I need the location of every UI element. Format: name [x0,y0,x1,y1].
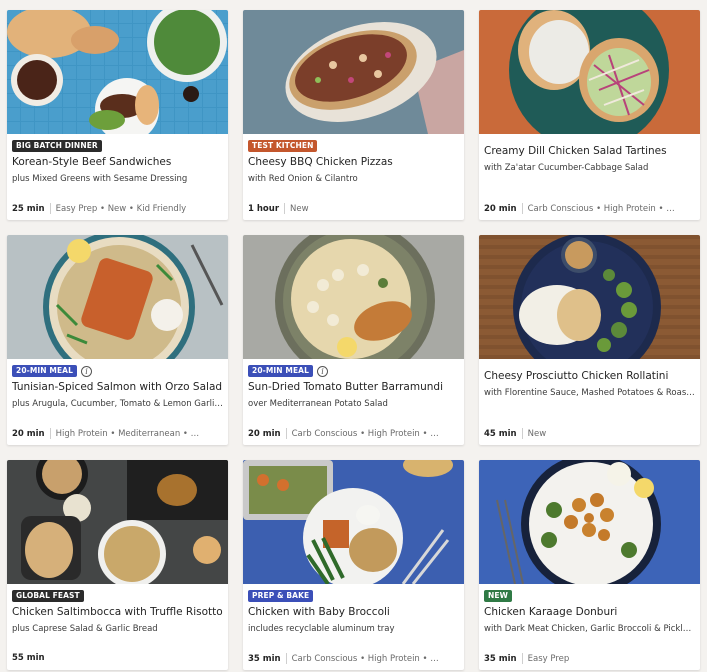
recipe-title[interactable]: Chicken Karaage Donburi [484,606,696,618]
badge-row: PREP & BAKE [248,590,314,602]
recipe-title[interactable]: Chicken Saltimbocca with Truffle Risotto [12,606,224,618]
recipe-photo-chicken-broccoli[interactable] [243,460,464,584]
recipe-grid: BIG BATCH DINNER Korean-Style Beef Sandw… [7,10,700,670]
meta-divider [284,203,286,214]
recipe-title[interactable]: Tunisian-Spiced Salmon with Orzo Salad [12,381,224,393]
recipe-card[interactable]: 20-MIN MEAL i Sun-Dried Tomato Butter Ba… [243,235,464,445]
recipe-card[interactable]: 20-MIN MEAL i Tunisian-Spiced Salmon wit… [7,235,228,445]
recipe-subtitle: with Florentine Sauce, Mashed Potatoes &… [484,388,696,398]
recipe-meta: 55 min [12,653,224,663]
recipe-subtitle: plus Arugula, Cucumber, Tomato & Lemon G… [12,399,224,409]
cook-time: 20 min [484,203,517,214]
recipe-photo-saltimbocca[interactable] [7,460,228,584]
badge-row: 20-MIN MEAL i [248,365,328,377]
recipe-tags: New [290,203,309,214]
cook-time: 20 min [248,428,281,439]
cook-time: 25 min [12,203,45,214]
recipe-meta: 20 min High Protein • Mediterranean • … [12,428,224,439]
info-icon[interactable]: i [316,365,328,377]
recipe-card[interactable]: PREP & BAKE Chicken with Baby Broccoli i… [243,460,464,670]
recipe-title[interactable]: Creamy Dill Chicken Salad Tartines [484,145,696,157]
meta-divider [521,203,523,214]
recipe-title[interactable]: Chicken with Baby Broccoli [248,606,460,618]
recipe-tags: Easy Prep • New • Kid Friendly [55,203,187,214]
cook-time: 35 min [248,653,281,664]
recipe-badge: PREP & BAKE [248,590,314,602]
meta-divider [285,428,287,439]
recipe-photo-salmon-orzo[interactable] [7,235,228,359]
recipe-tags: Carb Conscious • High Protein • … [291,428,439,439]
recipe-meta: 45 min New [484,428,696,439]
badge-row: BIG BATCH DINNER [12,140,102,152]
recipe-card[interactable]: TEST KITCHEN Cheesy BBQ Chicken Pizzas w… [243,10,464,220]
recipe-subtitle: with Red Onion & Cilantro [248,174,358,184]
recipe-meta: 35 min Carb Conscious • High Protein • … [248,653,460,664]
recipe-badge: TEST KITCHEN [248,140,318,152]
recipe-title[interactable]: Sun-Dried Tomato Butter Barramundi [248,381,460,393]
recipe-photo-barramundi[interactable] [243,235,464,359]
recipe-badge: 20-MIN MEAL [12,365,77,377]
recipe-subtitle: plus Mixed Greens with Sesame Dressing [12,174,188,184]
recipe-title[interactable]: Cheesy BBQ Chicken Pizzas [248,156,460,168]
recipe-meta: 1 hour New [248,203,460,214]
recipe-meta: 25 min Easy Prep • New • Kid Friendly [12,203,224,214]
recipe-tags: Carb Conscious • High Protein • … [291,653,439,664]
recipe-title[interactable]: Korean-Style Beef Sandwiches [12,156,224,168]
recipe-card[interactable]: BIG BATCH DINNER Korean-Style Beef Sandw… [7,10,228,220]
recipe-photo-bbq-pizza[interactable] [243,10,464,134]
cook-time: 55 min [12,653,45,663]
recipe-tags: Easy Prep [527,653,570,664]
meta-divider [49,428,51,439]
cook-time: 1 hour [248,203,280,214]
recipe-badge: 20-MIN MEAL [248,365,313,377]
recipe-subtitle: with Dark Meat Chicken, Garlic Broccoli … [484,624,696,634]
recipe-card[interactable]: GLOBAL FEAST Chicken Saltimbocca with Tr… [7,460,228,670]
recipe-subtitle: plus Caprese Salad & Garlic Bread [12,624,158,634]
recipe-tags: New [527,428,547,439]
recipe-badge: BIG BATCH DINNER [12,140,102,152]
cook-time: 35 min [484,653,517,664]
recipe-badge: NEW [484,590,512,602]
meta-divider [521,428,523,439]
recipe-meta: 20 min Carb Conscious • High Protein • … [484,203,696,214]
recipe-tags: Carb Conscious • High Protein • … [527,203,675,214]
recipe-badge: GLOBAL FEAST [12,590,84,602]
recipe-photo-karaage-donburi[interactable] [479,460,700,584]
recipe-meta: 20 min Carb Conscious • High Protein • … [248,428,460,439]
recipe-subtitle: with Za'atar Cucumber-Cabbage Salad [484,163,649,173]
recipe-card[interactable]: NEW Chicken Karaage Donburi with Dark Me… [479,460,700,670]
badge-row: GLOBAL FEAST [12,590,84,602]
cook-time: 20 min [12,428,45,439]
recipe-card[interactable]: Cheesy Prosciutto Chicken Rollatini with… [479,235,700,445]
recipe-subtitle: over Mediterranean Potato Salad [248,399,388,409]
recipe-photo-chicken-rollatini[interactable] [479,235,700,359]
recipe-tags: High Protein • Mediterranean • … [55,428,200,439]
recipe-card[interactable]: Creamy Dill Chicken Salad Tartines with … [479,10,700,220]
recipe-photo-beef-sandwiches[interactable] [7,10,228,134]
recipe-meta: 35 min Easy Prep [484,653,696,664]
meta-divider [49,203,51,214]
badge-row: NEW [484,590,512,602]
badge-row: 20-MIN MEAL i [12,365,92,377]
recipe-title[interactable]: Cheesy Prosciutto Chicken Rollatini [484,370,696,382]
badge-row: TEST KITCHEN [248,140,318,152]
recipe-subtitle: includes recyclable aluminum tray [248,624,395,634]
meta-divider [521,653,523,664]
recipe-photo-chicken-tartines[interactable] [479,10,700,134]
cook-time: 45 min [484,428,517,439]
info-icon[interactable]: i [80,365,92,377]
meta-divider [285,653,287,664]
